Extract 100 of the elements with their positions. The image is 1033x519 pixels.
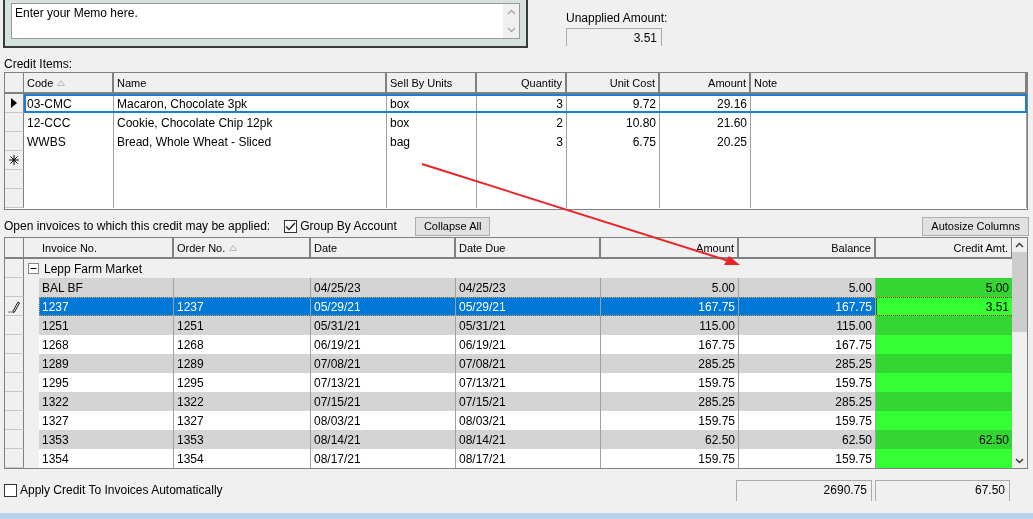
- table-cell: 20.25: [716, 134, 747, 149]
- table-cell: 1327: [177, 413, 204, 428]
- column-header[interactable]: Balance: [739, 238, 876, 259]
- table-cell: 3: [556, 96, 563, 111]
- column-header[interactable]: Order No.: [174, 238, 311, 259]
- credit-amount-cell[interactable]: [876, 392, 1013, 411]
- credit-amount-cell[interactable]: [876, 449, 1013, 468]
- column-header[interactable]: Sell By Units: [387, 73, 477, 94]
- table-cell: 1322: [42, 394, 69, 409]
- table-row[interactable]: 1289 1289 07/08/21 07/08/21 285.25 285.25: [39, 354, 1013, 373]
- table-cell: 07/15/21: [314, 394, 361, 409]
- table-cell: 1353: [177, 432, 204, 447]
- table-cell: 1237: [42, 299, 69, 314]
- column-header[interactable]: Date: [311, 238, 456, 259]
- balance-total-field: 2690.75: [736, 479, 872, 501]
- table-cell: 285.25: [698, 394, 735, 409]
- group-by-account-label: Group By Account: [300, 219, 397, 233]
- table-row[interactable]: 1251 1251 05/31/21 05/31/21 115.00 115.00: [39, 316, 1013, 335]
- scroll-down-icon[interactable]: [1015, 458, 1024, 464]
- table-cell: 167.75: [698, 299, 735, 314]
- scroll-up-icon[interactable]: [1015, 242, 1024, 248]
- scrollbar-thumb[interactable]: [1012, 252, 1027, 332]
- table-cell: 1322: [177, 394, 204, 409]
- table-cell: Cookie, Chocolate Chip 12pk: [117, 115, 273, 130]
- column-header[interactable]: Quantity: [477, 73, 567, 94]
- table-cell: 167.75: [835, 299, 872, 314]
- table-cell: 5.00: [848, 280, 872, 295]
- new-row-icon: [9, 155, 19, 165]
- table-cell: 07/13/21: [459, 375, 506, 390]
- table-cell: 159.75: [698, 413, 735, 428]
- vertical-scrollbar[interactable]: [1012, 238, 1027, 468]
- unapplied-amount-field: 3.51: [566, 28, 662, 46]
- credit-amount-cell[interactable]: [876, 335, 1013, 354]
- table-cell: 03-CMC: [27, 96, 72, 111]
- table-cell: Macaron, Chocolate 3pk: [117, 96, 248, 111]
- unapplied-amount-label: Unapplied Amount:: [566, 11, 668, 25]
- table-cell: box: [390, 96, 410, 111]
- credit-amount-cell[interactable]: 62.50: [876, 430, 1013, 449]
- table-cell: 1268: [42, 337, 69, 352]
- table-cell: 1237: [177, 299, 204, 314]
- credit-amount-cell[interactable]: [876, 354, 1013, 373]
- table-cell: 12-CCC: [27, 115, 71, 130]
- column-header[interactable]: Unit Cost: [567, 73, 660, 94]
- table-cell: 08/03/21: [459, 413, 506, 428]
- column-header[interactable]: Name: [114, 73, 387, 94]
- row-header[interactable]: [5, 151, 24, 170]
- column-header[interactable]: Date Due: [456, 238, 601, 259]
- credit-amount-cell[interactable]: 3.51: [876, 297, 1013, 316]
- row-header[interactable]: [5, 94, 24, 113]
- collapse-all-button[interactable]: Collapse All: [414, 216, 491, 236]
- autosize-columns-button[interactable]: Autosize Columns: [922, 216, 1029, 236]
- column-header[interactable]: Invoice No.: [24, 238, 174, 259]
- table-row[interactable]: 1295 1295 07/13/21 07/13/21 159.75 159.75: [39, 373, 1013, 392]
- credit-items-label: Credit Items:: [4, 57, 73, 71]
- column-header[interactable]: Amount: [601, 238, 739, 259]
- current-row-icon: [11, 98, 17, 108]
- table-cell: 285.25: [698, 356, 735, 371]
- table-row[interactable]: 1327 1327 08/03/21 08/03/21 159.75 159.75: [39, 411, 1013, 430]
- column-header[interactable]: Code: [24, 73, 114, 94]
- apply-automatically-checkbox[interactable]: [4, 483, 17, 497]
- table-cell: 159.75: [835, 413, 872, 428]
- column-header[interactable]: Note: [751, 73, 1027, 94]
- table-row[interactable]: 1354 1354 08/17/21 08/17/21 159.75 159.75: [39, 449, 1013, 468]
- open-invoices-label: Open invoices to which this credit may be applied:: [4, 219, 271, 233]
- table-cell: 1353: [42, 432, 69, 447]
- table-cell: 1289: [177, 356, 204, 371]
- credit-total-field: 67.50: [875, 479, 1010, 501]
- table-row[interactable]: 1353 1353 08/14/21 08/14/21 62.50 62.50 62.50: [39, 430, 1013, 449]
- table-cell: 2: [556, 115, 563, 130]
- table-row[interactable]: BAL BF 04/25/23 04/25/23 5.00 5.00 5.00: [39, 278, 1013, 297]
- credit-amount-cell[interactable]: [876, 316, 1013, 335]
- table-cell: 1289: [42, 356, 69, 371]
- table-cell: 08/17/21: [459, 451, 506, 466]
- table-cell: 05/29/21: [459, 299, 506, 314]
- table-cell: 10.80: [625, 115, 656, 130]
- credit-amount-cell[interactable]: [876, 411, 1013, 430]
- credit-amount-cell[interactable]: 5.00: [876, 278, 1013, 297]
- table-cell: 1354: [42, 451, 69, 466]
- sort-ascending-icon: [57, 79, 66, 86]
- column-header[interactable]: Amount: [660, 73, 751, 94]
- table-cell: 5.00: [711, 280, 735, 295]
- sort-ascending-icon: [229, 244, 238, 251]
- column-header[interactable]: Credit Amt.: [876, 238, 1013, 259]
- table-cell: 04/25/23: [314, 280, 361, 295]
- table-cell: 04/25/23: [459, 280, 506, 295]
- table-row[interactable]: 1322 1322 07/15/21 07/15/21 285.25 285.25: [39, 392, 1013, 411]
- table-cell: 3: [556, 134, 563, 149]
- table-cell: box: [390, 115, 410, 130]
- table-cell: 29.16: [716, 96, 747, 111]
- table-cell: 285.25: [835, 356, 872, 371]
- collapse-toggle-icon[interactable]: [28, 263, 39, 274]
- row-header[interactable]: [5, 297, 24, 316]
- table-row[interactable]: 1268 1268 06/19/21 06/19/21 167.75 167.75: [39, 335, 1013, 354]
- table-cell: 1251: [42, 318, 69, 333]
- table-cell: bag: [390, 134, 411, 149]
- table-cell: 06/19/21: [314, 337, 361, 352]
- table-cell: 1295: [42, 375, 69, 390]
- credit-amount-cell[interactable]: [876, 373, 1013, 392]
- group-by-account-checkbox[interactable]: [284, 219, 298, 233]
- selected-row[interactable]: 1237 1237 05/29/21 05/29/21 167.75 167.75 3.51: [39, 297, 1013, 316]
